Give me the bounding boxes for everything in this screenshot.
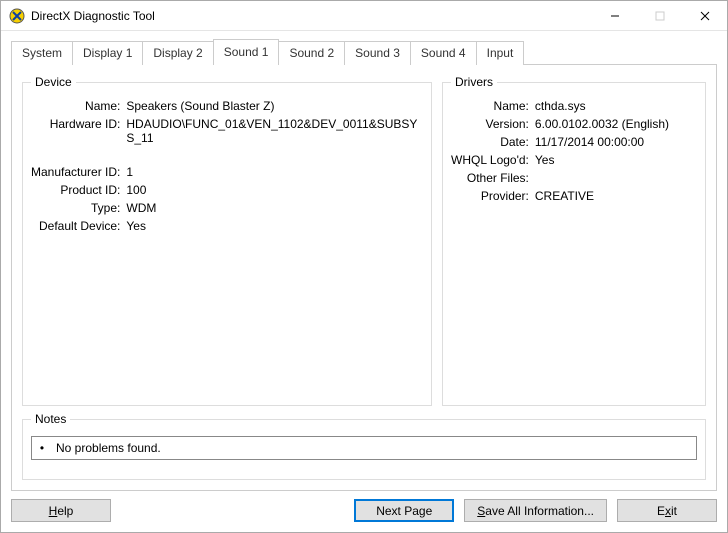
device-hardware-id-label: Hardware ID: xyxy=(31,117,120,145)
device-type-value: WDM xyxy=(126,201,423,215)
window-controls xyxy=(592,1,727,30)
device-name-label: Name: xyxy=(31,99,120,113)
exit-button[interactable]: Exit xyxy=(617,499,717,522)
notes-legend: Notes xyxy=(31,412,70,426)
drivers-name-label: Name: xyxy=(451,99,529,113)
drivers-whql-value: Yes xyxy=(535,153,697,167)
window-title: DirectX Diagnostic Tool xyxy=(31,9,592,23)
drivers-other-files-value xyxy=(535,171,697,185)
drivers-other-files-label: Other Files: xyxy=(451,171,529,185)
exit-prefix: E xyxy=(657,504,665,518)
tab-sound-2[interactable]: Sound 2 xyxy=(278,41,345,65)
drivers-name-value: cthda.sys xyxy=(535,99,697,113)
device-default-label: Default Device: xyxy=(31,219,120,233)
drivers-version-value: 6.00.0102.0032 (English) xyxy=(535,117,697,131)
save-all-button[interactable]: Save All Information... xyxy=(464,499,607,522)
bullet-icon: • xyxy=(38,441,46,455)
tab-input[interactable]: Input xyxy=(476,41,525,65)
drivers-provider-value: CREATIVE xyxy=(535,189,697,203)
help-label-rest: elp xyxy=(57,504,73,518)
device-type-label: Type: xyxy=(31,201,120,215)
device-default-value: Yes xyxy=(126,219,423,233)
drivers-date-value: 11/17/2014 00:00:00 xyxy=(535,135,697,149)
notes-text: • No problems found. xyxy=(31,436,697,460)
top-row: Device Name: Speakers (Sound Blaster Z) … xyxy=(22,75,706,406)
device-name-value: Speakers (Sound Blaster Z) xyxy=(126,99,423,113)
client-area: System Display 1 Display 2 Sound 1 Sound… xyxy=(1,31,727,532)
tab-display-1[interactable]: Display 1 xyxy=(72,41,143,65)
tab-panel-sound-1: Device Name: Speakers (Sound Blaster Z) … xyxy=(11,64,717,491)
titlebar: DirectX Diagnostic Tool xyxy=(1,1,727,31)
window: DirectX Diagnostic Tool System Display 1… xyxy=(0,0,728,533)
tab-sound-1[interactable]: Sound 1 xyxy=(213,39,280,65)
drivers-version-label: Version: xyxy=(451,117,529,131)
button-row: Help Next Page Save All Information... E… xyxy=(11,491,717,522)
drivers-group: Drivers Name: cthda.sys Version: 6.00.01… xyxy=(442,75,706,406)
next-page-button[interactable]: Next Page xyxy=(354,499,454,522)
drivers-date-label: Date: xyxy=(451,135,529,149)
drivers-legend: Drivers xyxy=(451,75,497,89)
close-button[interactable] xyxy=(682,1,727,30)
exit-suffix: it xyxy=(671,504,677,518)
dxdiag-icon xyxy=(9,8,25,24)
maximize-button xyxy=(637,1,682,30)
tab-display-2[interactable]: Display 2 xyxy=(142,41,213,65)
tab-strip: System Display 1 Display 2 Sound 1 Sound… xyxy=(11,39,717,65)
device-product-id-value: 100 xyxy=(126,183,423,197)
tab-system[interactable]: System xyxy=(11,41,73,65)
tab-sound-3[interactable]: Sound 3 xyxy=(344,41,411,65)
notes-group: Notes • No problems found. xyxy=(22,412,706,480)
device-legend: Device xyxy=(31,75,76,89)
save-all-label-rest: ave All Information... xyxy=(485,504,594,518)
device-product-id-label: Product ID: xyxy=(31,183,120,197)
note-text: No problems found. xyxy=(56,441,161,455)
drivers-provider-label: Provider: xyxy=(451,189,529,203)
device-manufacturer-id-label: Manufacturer ID: xyxy=(31,165,120,179)
note-line: • No problems found. xyxy=(38,441,690,455)
help-button[interactable]: Help xyxy=(11,499,111,522)
minimize-button[interactable] xyxy=(592,1,637,30)
device-hardware-id-value: HDAUDIO\FUNC_01&VEN_1102&DEV_0011&SUBSYS… xyxy=(126,117,423,145)
drivers-whql-label: WHQL Logo'd: xyxy=(451,153,529,167)
device-grid: Name: Speakers (Sound Blaster Z) Hardwar… xyxy=(31,99,423,233)
drivers-grid: Name: cthda.sys Version: 6.00.0102.0032 … xyxy=(451,99,697,203)
tab-sound-4[interactable]: Sound 4 xyxy=(410,41,477,65)
device-manufacturer-id-value: 1 xyxy=(126,165,423,179)
device-group: Device Name: Speakers (Sound Blaster Z) … xyxy=(22,75,432,406)
